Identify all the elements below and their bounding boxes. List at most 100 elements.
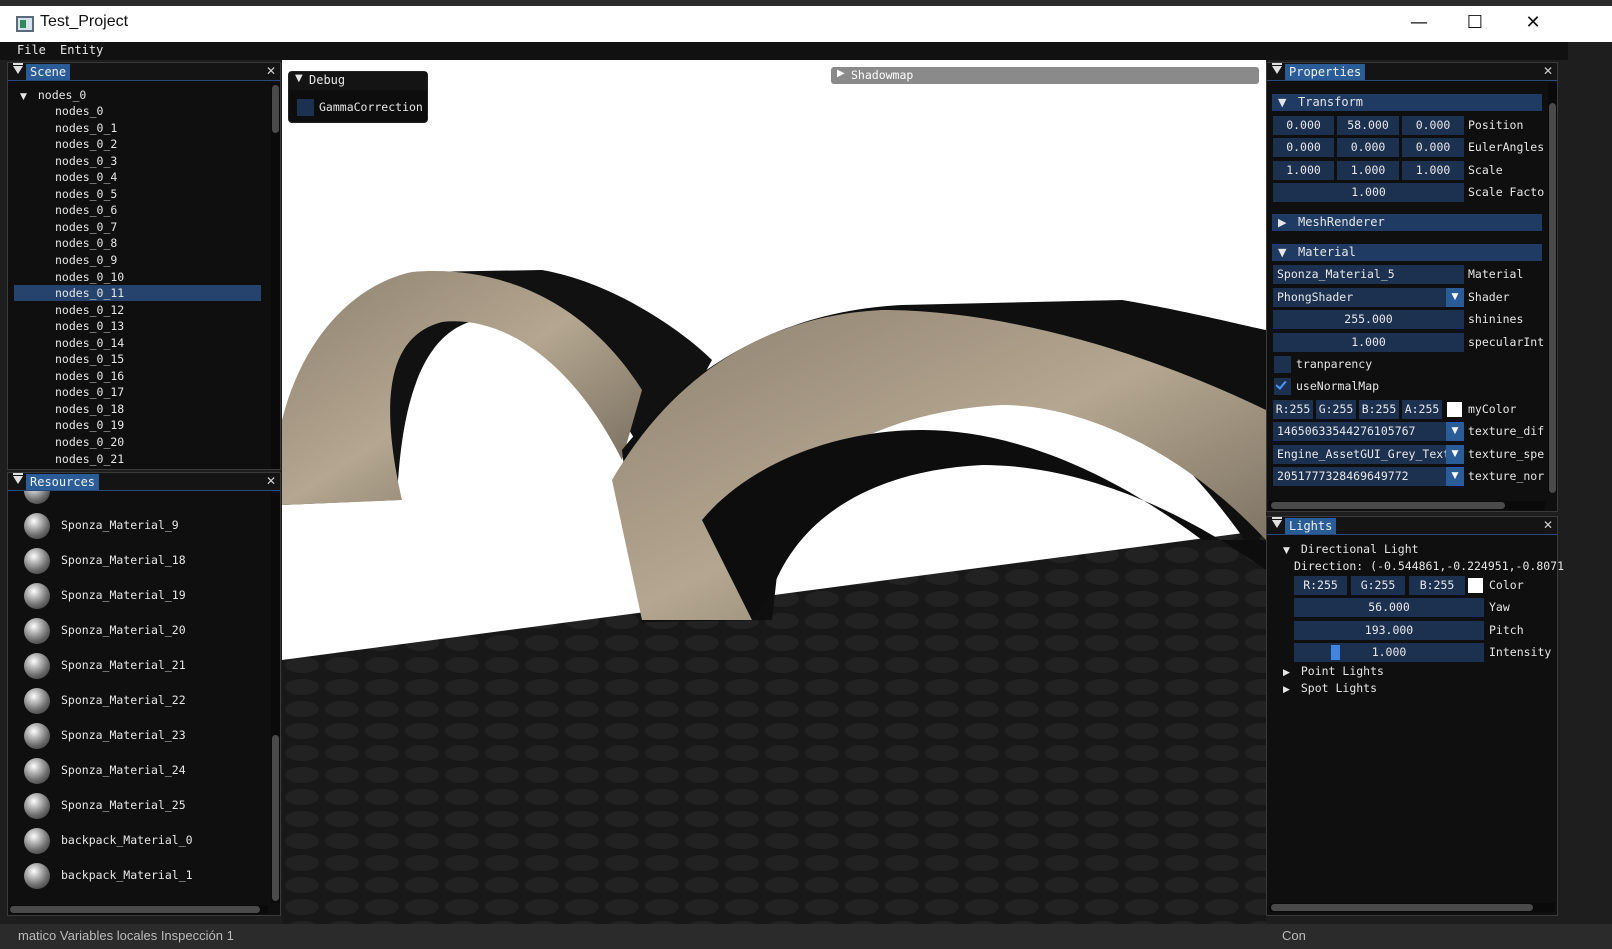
specular-intensity-field[interactable]: 1.000 xyxy=(1273,333,1464,352)
window-menu-icon[interactable] xyxy=(1272,517,1282,528)
scene-node-item[interactable]: nodes_0_9 xyxy=(55,252,117,268)
scene-node-item[interactable]: nodes_0_2 xyxy=(55,136,117,152)
scene-node-item[interactable]: nodes_0_19 xyxy=(55,417,124,433)
transparency-checkbox[interactable] xyxy=(1274,356,1291,373)
window-menu-icon[interactable] xyxy=(1272,63,1282,74)
maximize-button[interactable]: ☐ xyxy=(1447,8,1503,38)
properties-tab[interactable]: Properties xyxy=(1285,64,1366,80)
transform-header[interactable]: ▼ Transform xyxy=(1272,94,1542,111)
scene-node-item[interactable]: nodes_0_11 xyxy=(14,285,261,302)
shadowmap-window-header[interactable]: ▶ Shadowmap xyxy=(831,67,1259,84)
scrollbar-thumb[interactable] xyxy=(10,906,260,913)
euler-x-field[interactable]: 0.000 xyxy=(1273,138,1334,157)
dropdown-arrow-icon[interactable]: ▼ xyxy=(1446,422,1464,441)
euler-z-field[interactable]: 0.000 xyxy=(1402,138,1464,157)
scene-node-item[interactable]: nodes_0_20 xyxy=(55,434,124,450)
close-icon[interactable]: ✕ xyxy=(266,64,276,78)
scrollbar-thumb[interactable] xyxy=(272,85,279,133)
scene-node-item[interactable]: nodes_0_6 xyxy=(55,202,117,218)
resources-scrollbar[interactable] xyxy=(271,493,280,903)
scene-node-item[interactable]: nodes_0_8 xyxy=(55,235,117,251)
scrollbar-thumb[interactable] xyxy=(272,735,279,901)
scene-node-item[interactable]: nodes_0_5 xyxy=(55,186,117,202)
close-icon[interactable]: ✕ xyxy=(1543,518,1553,532)
scene-node-item[interactable]: nodes_0 xyxy=(55,103,103,119)
resources-tab[interactable]: Resources xyxy=(26,474,100,490)
scene-node-item[interactable]: nodes_0_15 xyxy=(55,351,124,367)
scene-node-item[interactable]: nodes_0_12 xyxy=(55,302,124,318)
light-color-swatch[interactable] xyxy=(1468,578,1483,593)
tree-root[interactable]: ▼ nodes_0 xyxy=(20,87,86,103)
point-lights-node[interactable]: ▶ Point Lights xyxy=(1283,663,1384,679)
texture-specular-combo[interactable]: Engine_AssetGUI_Grey_Text xyxy=(1273,445,1446,464)
scene-viewport[interactable] xyxy=(282,60,1266,924)
list-item[interactable]: Sponza_Material_19 xyxy=(8,579,268,614)
intensity-slider[interactable]: 1.000 xyxy=(1294,643,1484,662)
list-item[interactable]: Sponza_Material_22 xyxy=(8,684,268,719)
properties-hscrollbar[interactable] xyxy=(1269,501,1545,510)
scene-node-item[interactable]: nodes_0_7 xyxy=(55,219,117,235)
yaw-field[interactable]: 56.000 xyxy=(1294,598,1484,617)
light-color-r-field[interactable]: R:255 xyxy=(1294,576,1347,595)
scrollbar-thumb[interactable] xyxy=(1271,502,1505,509)
position-x-field[interactable]: 0.000 xyxy=(1273,116,1334,135)
slider-grab[interactable] xyxy=(1331,645,1340,660)
scale-x-field[interactable]: 1.000 xyxy=(1273,161,1334,180)
scene-node-item[interactable]: nodes_0_18 xyxy=(55,401,124,417)
pitch-field[interactable]: 193.000 xyxy=(1294,621,1484,640)
dropdown-arrow-icon[interactable]: ▼ xyxy=(1446,288,1464,307)
directional-light-node[interactable]: ▼ Directional Light xyxy=(1283,541,1419,557)
euler-y-field[interactable]: 0.000 xyxy=(1337,138,1399,157)
scene-node-item[interactable]: nodes_0_17 xyxy=(55,384,124,400)
debug-titlebar[interactable]: ▼ Debug xyxy=(289,72,427,90)
lights-hscrollbar[interactable] xyxy=(1269,903,1555,912)
spot-lights-node[interactable]: ▶ Spot Lights xyxy=(1283,680,1377,696)
scene-node-item[interactable]: nodes_0_1 xyxy=(55,120,117,136)
scale-factor-field[interactable]: 1.000 xyxy=(1273,183,1464,202)
list-item[interactable]: Sponza_Material_21 xyxy=(8,649,268,684)
properties-scrollbar[interactable] xyxy=(1548,83,1557,493)
close-window-button[interactable]: ✕ xyxy=(1505,8,1561,38)
position-z-field[interactable]: 0.000 xyxy=(1402,116,1464,135)
scene-node-item[interactable]: nodes_0_10 xyxy=(55,269,124,285)
scene-node-item[interactable]: nodes_0_3 xyxy=(55,153,117,169)
list-item[interactable]: backpack_Material_0 xyxy=(8,824,268,859)
list-item[interactable]: Sponza_Material_9 xyxy=(8,509,268,544)
color-swatch[interactable] xyxy=(1447,402,1462,417)
light-color-g-field[interactable]: G:255 xyxy=(1351,576,1405,595)
scrollbar-thumb[interactable] xyxy=(1271,904,1533,911)
window-menu-icon[interactable] xyxy=(13,473,23,484)
light-color-b-field[interactable]: B:255 xyxy=(1409,576,1465,595)
texture-diffuse-combo[interactable]: 14650633544276105767 xyxy=(1273,422,1446,441)
shader-combo[interactable]: PhongShader xyxy=(1273,288,1446,307)
use-normal-map-checkbox[interactable] xyxy=(1274,378,1291,395)
scene-scrollbar[interactable] xyxy=(271,83,280,469)
window-menu-icon[interactable] xyxy=(13,63,23,74)
collapse-arrow-icon[interactable]: ▼ xyxy=(295,73,303,84)
scale-y-field[interactable]: 1.000 xyxy=(1337,161,1399,180)
color-a-field[interactable]: A:255 xyxy=(1402,400,1442,419)
color-b-field[interactable]: B:255 xyxy=(1359,400,1399,419)
dropdown-arrow-icon[interactable]: ▼ xyxy=(1446,467,1464,486)
color-g-field[interactable]: G:255 xyxy=(1316,400,1356,419)
close-icon[interactable]: ✕ xyxy=(266,474,276,488)
lights-tab[interactable]: Lights xyxy=(1285,518,1337,534)
material-name-field[interactable]: Sponza_Material_5 xyxy=(1273,265,1464,284)
scene-node-item[interactable]: nodes_0_16 xyxy=(55,368,124,384)
close-icon[interactable]: ✕ xyxy=(1543,64,1553,78)
menu-entity[interactable]: Entity xyxy=(60,43,103,57)
list-item[interactable] xyxy=(8,491,268,509)
list-item[interactable]: Sponza_Material_24 xyxy=(8,754,268,789)
mesh-renderer-header[interactable]: ▶ MeshRenderer xyxy=(1272,214,1542,231)
menu-file[interactable]: File xyxy=(17,43,46,57)
list-item[interactable]: backpack_Material_1 xyxy=(8,859,268,894)
color-r-field[interactable]: R:255 xyxy=(1273,400,1313,419)
scrollbar-thumb[interactable] xyxy=(1549,103,1556,493)
position-y-field[interactable]: 58.000 xyxy=(1337,116,1399,135)
shininess-field[interactable]: 255.000 xyxy=(1273,310,1464,329)
scene-tab[interactable]: Scene xyxy=(26,64,71,80)
scene-node-item[interactable]: nodes_0_4 xyxy=(55,169,117,185)
dropdown-arrow-icon[interactable]: ▼ xyxy=(1446,445,1464,464)
list-item[interactable]: Sponza_Material_20 xyxy=(8,614,268,649)
scene-node-item[interactable]: nodes_0_13 xyxy=(55,318,124,334)
